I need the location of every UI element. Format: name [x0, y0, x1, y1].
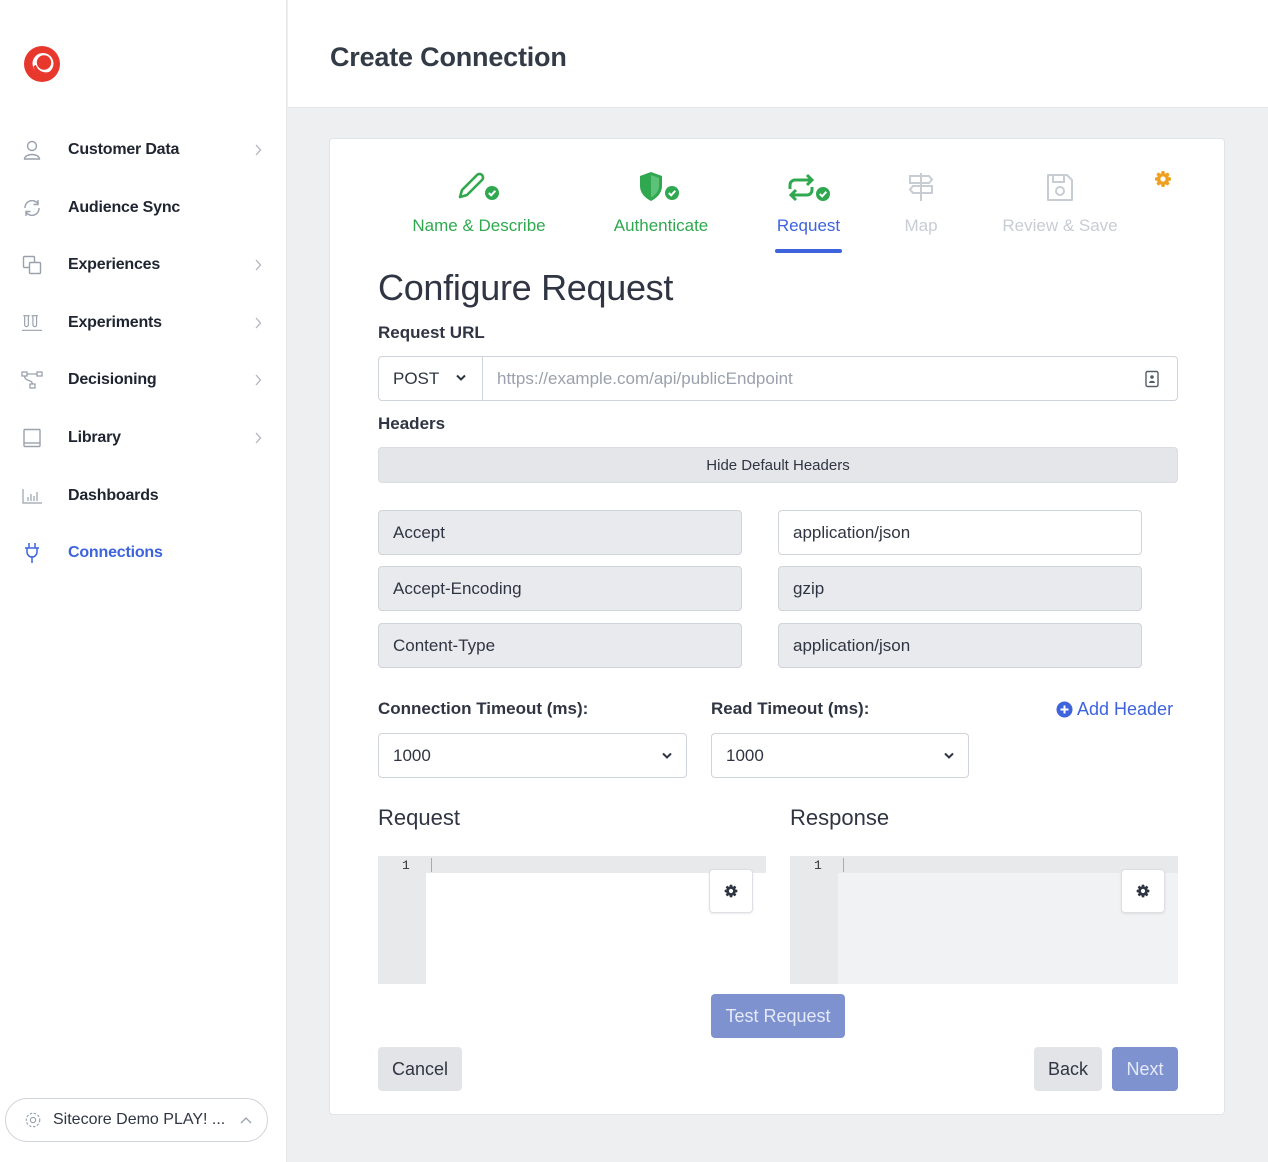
section-title: Configure Request: [378, 267, 674, 308]
plus-circle-icon: [1056, 701, 1073, 718]
step-review-save: Review & Save: [1000, 167, 1120, 257]
headers-label: Headers: [378, 414, 446, 433]
sidebar-item-label: Connections: [68, 544, 163, 561]
line-gutter: [378, 856, 426, 984]
sidebar-item-label: Experiences: [68, 256, 161, 273]
gear-icon: [724, 884, 738, 898]
sidebar-item-library[interactable]: Library: [0, 416, 287, 460]
chevron-up-icon: [238, 1112, 254, 1128]
add-header-button[interactable]: Add Header: [1056, 699, 1173, 720]
sidebar-item-audience-sync[interactable]: Audience Sync: [0, 186, 287, 230]
sidebar-item-experiences[interactable]: Experiences: [0, 243, 287, 287]
wizard-card: Name & Describe Authenticate Request Map…: [329, 138, 1225, 1115]
editor-settings-button[interactable]: [1121, 869, 1165, 913]
sidebar-item-label: Audience Sync: [68, 199, 181, 216]
step-label: Authenticate: [613, 216, 709, 235]
sidebar-item-label: Experiments: [68, 314, 162, 331]
connection-timeout-select[interactable]: 1000: [378, 733, 687, 778]
response-code-editor: 1: [790, 856, 1178, 984]
layers-icon: [21, 254, 43, 276]
sidebar-item-customer-data[interactable]: Customer Data: [0, 128, 287, 172]
read-timeout-select[interactable]: 1000: [711, 733, 969, 778]
flow-icon: [21, 369, 43, 391]
bar-chart-icon: [21, 485, 43, 507]
sidebar-item-label: Library: [68, 429, 121, 446]
header-key-field: Accept-Encoding: [378, 566, 742, 611]
connection-timeout-label: Connection Timeout (ms):: [378, 699, 589, 718]
settings-gear-icon[interactable]: [1153, 169, 1173, 189]
request-editor-title: Request: [378, 805, 460, 830]
header-value-field: gzip: [778, 566, 1142, 611]
step-label: Request: [776, 216, 841, 235]
header-value-field[interactable]: application/json: [778, 510, 1142, 555]
sidebar-item-label: Decisioning: [68, 371, 157, 388]
line-number: 1: [402, 858, 410, 873]
sidebar-item-label: Dashboards: [68, 487, 159, 504]
signpost-icon: [896, 167, 946, 207]
next-button[interactable]: Next: [1112, 1047, 1178, 1091]
text-cursor: [843, 858, 844, 872]
page-title: Create Connection: [330, 42, 567, 72]
step-label: Review & Save: [1002, 216, 1118, 235]
step-map: Map: [896, 167, 946, 257]
header-key-field: Accept: [378, 510, 742, 555]
shield-check-icon: [606, 167, 716, 207]
line-gutter: [790, 856, 838, 984]
sidebar: Customer Data Audience Sync Experiences …: [0, 0, 287, 1162]
http-method-value: POST: [393, 368, 440, 388]
chevron-down-icon: [456, 374, 466, 381]
sidebar-item-label: Customer Data: [68, 141, 180, 158]
response-editor-title: Response: [790, 805, 890, 830]
header-key-field: Content-Type: [378, 623, 742, 668]
sitecore-logo[interactable]: [22, 44, 62, 84]
hide-default-headers-button[interactable]: Hide Default Headers: [378, 447, 1178, 483]
repeat-check-icon: [775, 167, 842, 207]
person-icon: [21, 139, 43, 161]
pencil-check-icon: [409, 167, 549, 207]
step-name-describe[interactable]: Name & Describe: [409, 167, 549, 257]
http-method-select[interactable]: POST: [378, 356, 483, 401]
contact-card-icon[interactable]: [1144, 370, 1160, 388]
request-url-label: Request URL: [378, 323, 485, 342]
active-step-indicator: [775, 249, 842, 253]
book-icon: [21, 427, 43, 449]
step-request[interactable]: Request: [775, 167, 842, 257]
back-button[interactable]: Back: [1034, 1047, 1102, 1091]
plug-icon: [21, 542, 43, 564]
header-value-field: application/json: [778, 623, 1142, 668]
sync-icon: [21, 197, 43, 219]
step-authenticate[interactable]: Authenticate: [606, 167, 716, 257]
chevron-right-icon: [252, 432, 264, 444]
chevron-down-icon: [944, 752, 954, 759]
floppy-icon: [1000, 167, 1120, 207]
sidebar-item-connections[interactable]: Connections: [0, 531, 287, 575]
request-url-input[interactable]: [482, 356, 1178, 401]
request-code-editor[interactable]: 1: [378, 856, 766, 984]
step-label: Map: [904, 216, 938, 235]
gear-icon: [23, 1110, 43, 1130]
read-timeout-label: Read Timeout (ms):: [711, 699, 870, 718]
sidebar-item-experiments[interactable]: Experiments: [0, 301, 287, 345]
line-number: 1: [814, 858, 822, 873]
chevron-right-icon: [252, 317, 264, 329]
add-header-label: Add Header: [1077, 699, 1174, 719]
chevron-down-icon: [662, 752, 672, 759]
read-timeout-value: 1000: [726, 745, 764, 765]
connection-timeout-value: 1000: [393, 745, 431, 765]
text-cursor: [431, 858, 432, 872]
chevron-right-icon: [252, 259, 264, 271]
beakers-icon: [21, 312, 43, 334]
org-switcher-label: Sitecore Demo PLAY! ...: [53, 1111, 226, 1128]
sidebar-item-decisioning[interactable]: Decisioning: [0, 358, 287, 402]
gear-icon: [1136, 884, 1150, 898]
chevron-right-icon: [252, 374, 264, 386]
test-request-button[interactable]: Test Request: [711, 994, 845, 1038]
step-label: Name & Describe: [412, 216, 546, 235]
page-header: Create Connection: [288, 0, 1268, 108]
org-switcher[interactable]: Sitecore Demo PLAY! ...: [5, 1098, 268, 1142]
sidebar-item-dashboards[interactable]: Dashboards: [0, 474, 287, 518]
editor-settings-button[interactable]: [709, 869, 753, 913]
chevron-right-icon: [252, 144, 264, 156]
cancel-button[interactable]: Cancel: [378, 1047, 462, 1091]
